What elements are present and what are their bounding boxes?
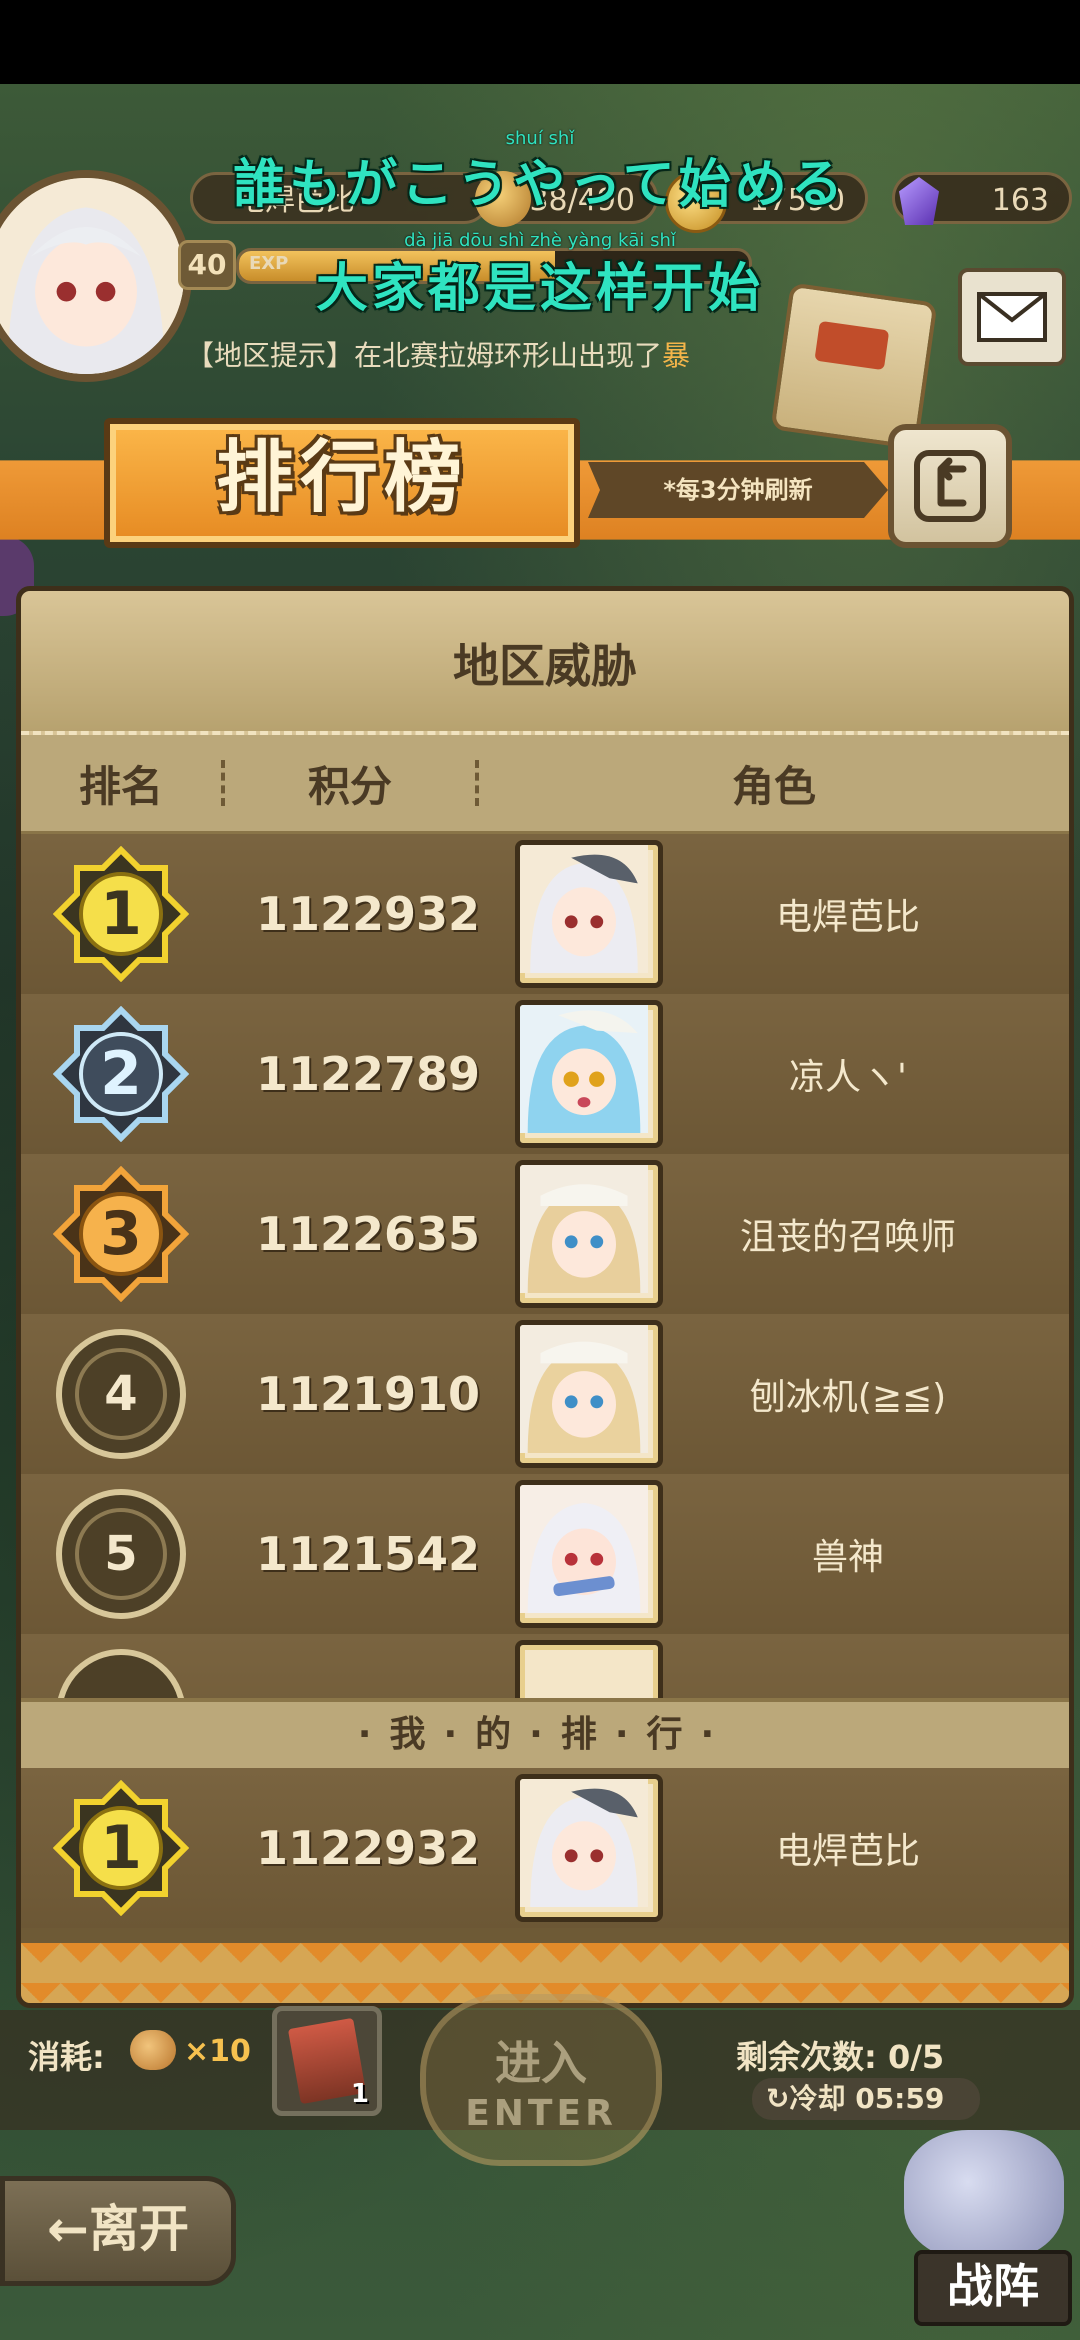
bread-icon <box>130 2030 176 2070</box>
blonde-girl-icon <box>520 1165 648 1293</box>
ticket-item[interactable]: 1 <box>272 2006 382 2116</box>
bronze-rank-medal-icon: 3 <box>53 1166 189 1302</box>
enter-label-en: ENTER <box>465 2092 617 2134</box>
score-value: 1121542 <box>255 1527 481 1581</box>
rank-number: 3 <box>100 1199 142 1269</box>
header-rank: 排名 <box>78 761 163 811</box>
leaderboard-header: 排名 积分 角色 <box>21 735 1069 834</box>
leaderboard-row[interactable]: 4 1121910 刨冰机(≧≦) <box>21 1314 1069 1477</box>
character-portrait[interactable] <box>515 1000 663 1148</box>
my-rank-label: ·我·的·排·行· <box>21 1698 1069 1772</box>
banner-plate: 排行榜 <box>104 418 580 548</box>
region-hint-text: 【地区提示】在北赛拉姆环形山出现了 <box>186 339 663 372</box>
character-portrait[interactable] <box>515 1320 663 1468</box>
my-rank-row[interactable]: 1 1122932 电焊芭比 <box>21 1768 1069 1928</box>
character-name: 沮丧的召唤师 <box>739 1217 956 1258</box>
header-character: 角色 <box>731 761 816 811</box>
formation-button[interactable]: 战阵 <box>884 2130 1074 2330</box>
plain-rank-medal-icon: 5 <box>53 1486 189 1622</box>
page-title: 排行榜 <box>215 433 468 523</box>
rank-number: 1 <box>100 1813 142 1883</box>
region-hint-accent: 暴 <box>662 339 691 372</box>
cooldown-timer: ↻冷却 05:59 <box>752 2078 980 2120</box>
blue-hair-girl-icon <box>520 1005 648 1133</box>
score-value: 1122789 <box>255 1047 481 1101</box>
character-name: 电焊芭比 <box>775 897 920 938</box>
character-name: 电焊芭比 <box>775 1831 920 1872</box>
back-arrow-icon <box>914 450 986 522</box>
leaderboard-row[interactable]: 1 1122932 电焊芭比 <box>21 834 1069 997</box>
ticket-count: 1 <box>350 2079 369 2109</box>
rank-number: 4 <box>104 1366 138 1422</box>
score-value: 1121910 <box>255 1367 481 1421</box>
cost-label: 消耗: <box>28 2038 105 2076</box>
plain-rank-medal-icon <box>53 1646 189 1704</box>
white-hair-girl-icon <box>520 1779 648 1907</box>
lyric-line2: 大家都是这样开始 <box>315 259 764 319</box>
rank-number: 1 <box>100 879 142 949</box>
character-portrait[interactable] <box>515 1160 663 1308</box>
lyric-line1: 誰もがこうやって始める <box>233 155 847 215</box>
character-name: 兽神 <box>811 1537 884 1578</box>
formation-art-icon <box>904 2130 1064 2260</box>
leave-button[interactable]: ←离开 <box>0 2176 236 2286</box>
silver-rank-medal-icon: 2 <box>53 1006 189 1142</box>
rank-number: 2 <box>100 1039 142 1109</box>
leaderboard-row[interactable]: 3 1122635 沮丧的召唤师 <box>21 1154 1069 1317</box>
character-portrait[interactable] <box>515 1480 663 1628</box>
gold-rank-medal-icon: 1 <box>53 1780 189 1916</box>
cost-amount: ×10 <box>184 2034 251 2069</box>
leaderboard-list[interactable]: 1 1122932 电焊芭比 2 1122789 凉人ヽ' 3 1122635 … <box>21 834 1069 1704</box>
white-hair-girl-icon <box>520 1485 648 1613</box>
enter-label-zh: 进入 <box>495 2035 587 2090</box>
formation-label: 战阵 <box>914 2250 1072 2326</box>
score-value: 1122932 <box>255 1821 481 1875</box>
character-name: 刨冰机(≧≦) <box>749 1377 947 1418</box>
header-score: 积分 <box>307 761 392 811</box>
back-button[interactable] <box>888 424 1012 548</box>
leaderboard-title: 地区威胁 <box>21 591 1069 735</box>
character-portrait[interactable] <box>515 840 663 988</box>
score-value: 1122635 <box>255 1207 481 1261</box>
leaderboard-row[interactable]: 2 1122789 凉人ヽ' <box>21 994 1069 1157</box>
remaining-attempts: 剩余次数: 0/5 <box>736 2038 945 2076</box>
region-hint-ticker: 【地区提示】在北赛拉姆环形山出现了暴 <box>186 334 690 374</box>
enter-button[interactable]: 进入 ENTER <box>420 1994 662 2166</box>
rank-number: 5 <box>104 1526 138 1582</box>
refresh-note: *每3分钟刷新 <box>588 462 888 518</box>
blonde-girl-icon <box>520 1325 648 1453</box>
white-hair-girl-icon <box>520 845 648 973</box>
leaderboard-row[interactable]: 5 1121542 兽神 <box>21 1474 1069 1637</box>
leaderboard-panel: 地区威胁 排名 积分 角色 1 1122932 电焊芭比 2 1122789 凉… <box>16 586 1074 2008</box>
gold-rank-medal-icon: 1 <box>53 846 189 982</box>
character-name: 凉人ヽ' <box>789 1057 907 1098</box>
plain-rank-medal-icon: 4 <box>53 1326 189 1462</box>
leaderboard-row-partial[interactable] <box>21 1634 1069 1704</box>
status-bar <box>0 0 1080 84</box>
score-value: 1122932 <box>255 887 481 941</box>
character-portrait[interactable] <box>515 1774 663 1922</box>
character-portrait[interactable] <box>515 1640 663 1704</box>
